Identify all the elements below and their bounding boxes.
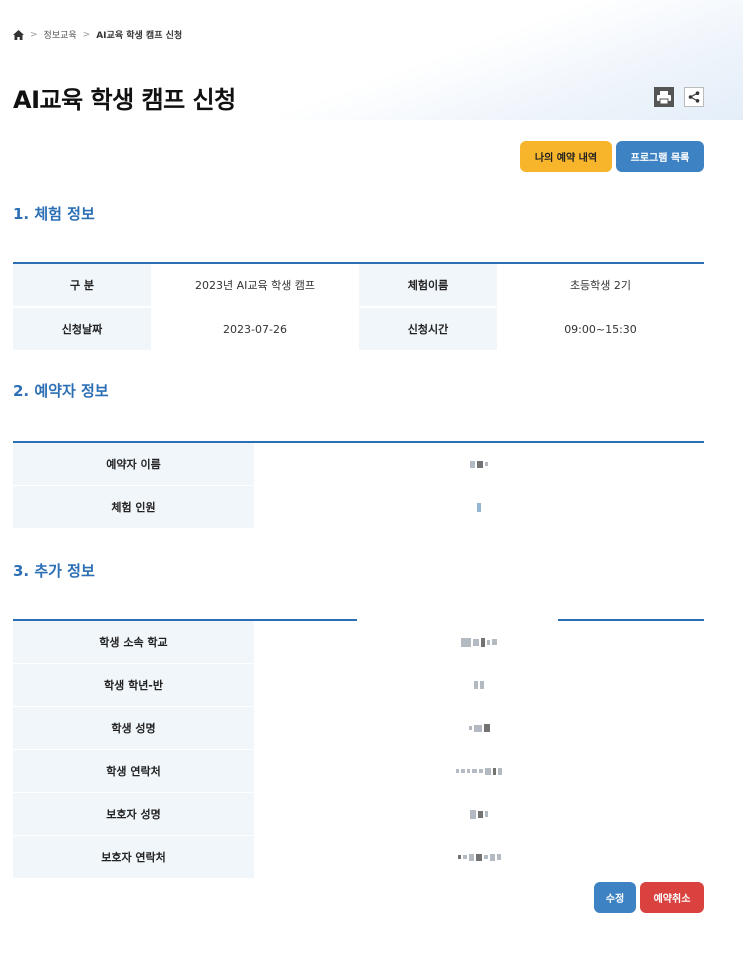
table-header-student-name: 학생 성명 xyxy=(13,707,254,749)
table-value-experience-name: 초등학생 2기 xyxy=(569,279,632,292)
redacted-student-school xyxy=(254,621,704,663)
redacted-participant-count xyxy=(254,486,704,528)
print-button[interactable] xyxy=(654,87,674,107)
print-icon xyxy=(657,90,671,104)
chevron-right-icon: > xyxy=(82,29,91,40)
table-header-guardian-name: 보호자 성명 xyxy=(13,793,254,835)
table-header-guardian-phone: 보호자 연락처 xyxy=(13,836,254,878)
table-value-category: 2023년 AI교육 학생 캠프 xyxy=(194,279,316,292)
table-header-apply-time: 신청시간 xyxy=(359,308,497,350)
my-reservations-button[interactable]: 나의 예약 내역 xyxy=(520,141,612,172)
redacted-student-phone xyxy=(254,750,704,792)
redacted-guardian-phone xyxy=(254,836,704,878)
redacted-student-name xyxy=(254,707,704,749)
section-title-additional-info: 3. 추가 정보 xyxy=(13,562,95,580)
table-header-category: 구 분 xyxy=(13,264,151,306)
breadcrumb-item-current: AI교육 학생 캠프 신청 xyxy=(96,31,183,41)
home-icon[interactable] xyxy=(13,29,24,40)
table-value-apply-time: 09:00~15:30 xyxy=(564,322,637,336)
page-title: AI교육 학생 캠프 신청 xyxy=(13,86,236,114)
breadcrumb-item-info-education[interactable]: 정보교육 xyxy=(44,28,77,41)
cancel-reservation-button[interactable]: 예약취소 xyxy=(640,882,704,913)
table-header-reserver-name: 예약자 이름 xyxy=(13,443,254,485)
share-button[interactable] xyxy=(684,87,704,107)
section-title-experience-info: 1. 체험 정보 xyxy=(13,205,95,223)
chevron-right-icon: > xyxy=(30,29,38,40)
table-header-student-school: 학생 소속 학교 xyxy=(13,621,254,663)
table-header-participant-count: 체험 인원 xyxy=(13,486,254,528)
section-title-reserver-info: 2. 예약자 정보 xyxy=(13,382,109,400)
table-header-student-grade-class: 학생 학년-반 xyxy=(13,664,254,706)
edit-button[interactable]: 수정 xyxy=(594,882,636,913)
table-header-experience-name: 체험이름 xyxy=(359,264,497,306)
table-header-student-phone: 학생 연락처 xyxy=(13,750,254,792)
table-value-apply-date: 2023-07-26 xyxy=(223,322,287,336)
share-icon xyxy=(688,91,700,103)
redacted-reserver-name xyxy=(254,443,704,485)
breadcrumb: > 정보교육 > AI교육 학생 캠프 신청 xyxy=(13,28,182,41)
table-header-apply-date: 신청날짜 xyxy=(13,308,151,350)
program-list-button[interactable]: 프로그램 목록 xyxy=(616,141,704,172)
redacted-student-grade-class xyxy=(254,664,704,706)
redacted-guardian-name xyxy=(254,793,704,835)
